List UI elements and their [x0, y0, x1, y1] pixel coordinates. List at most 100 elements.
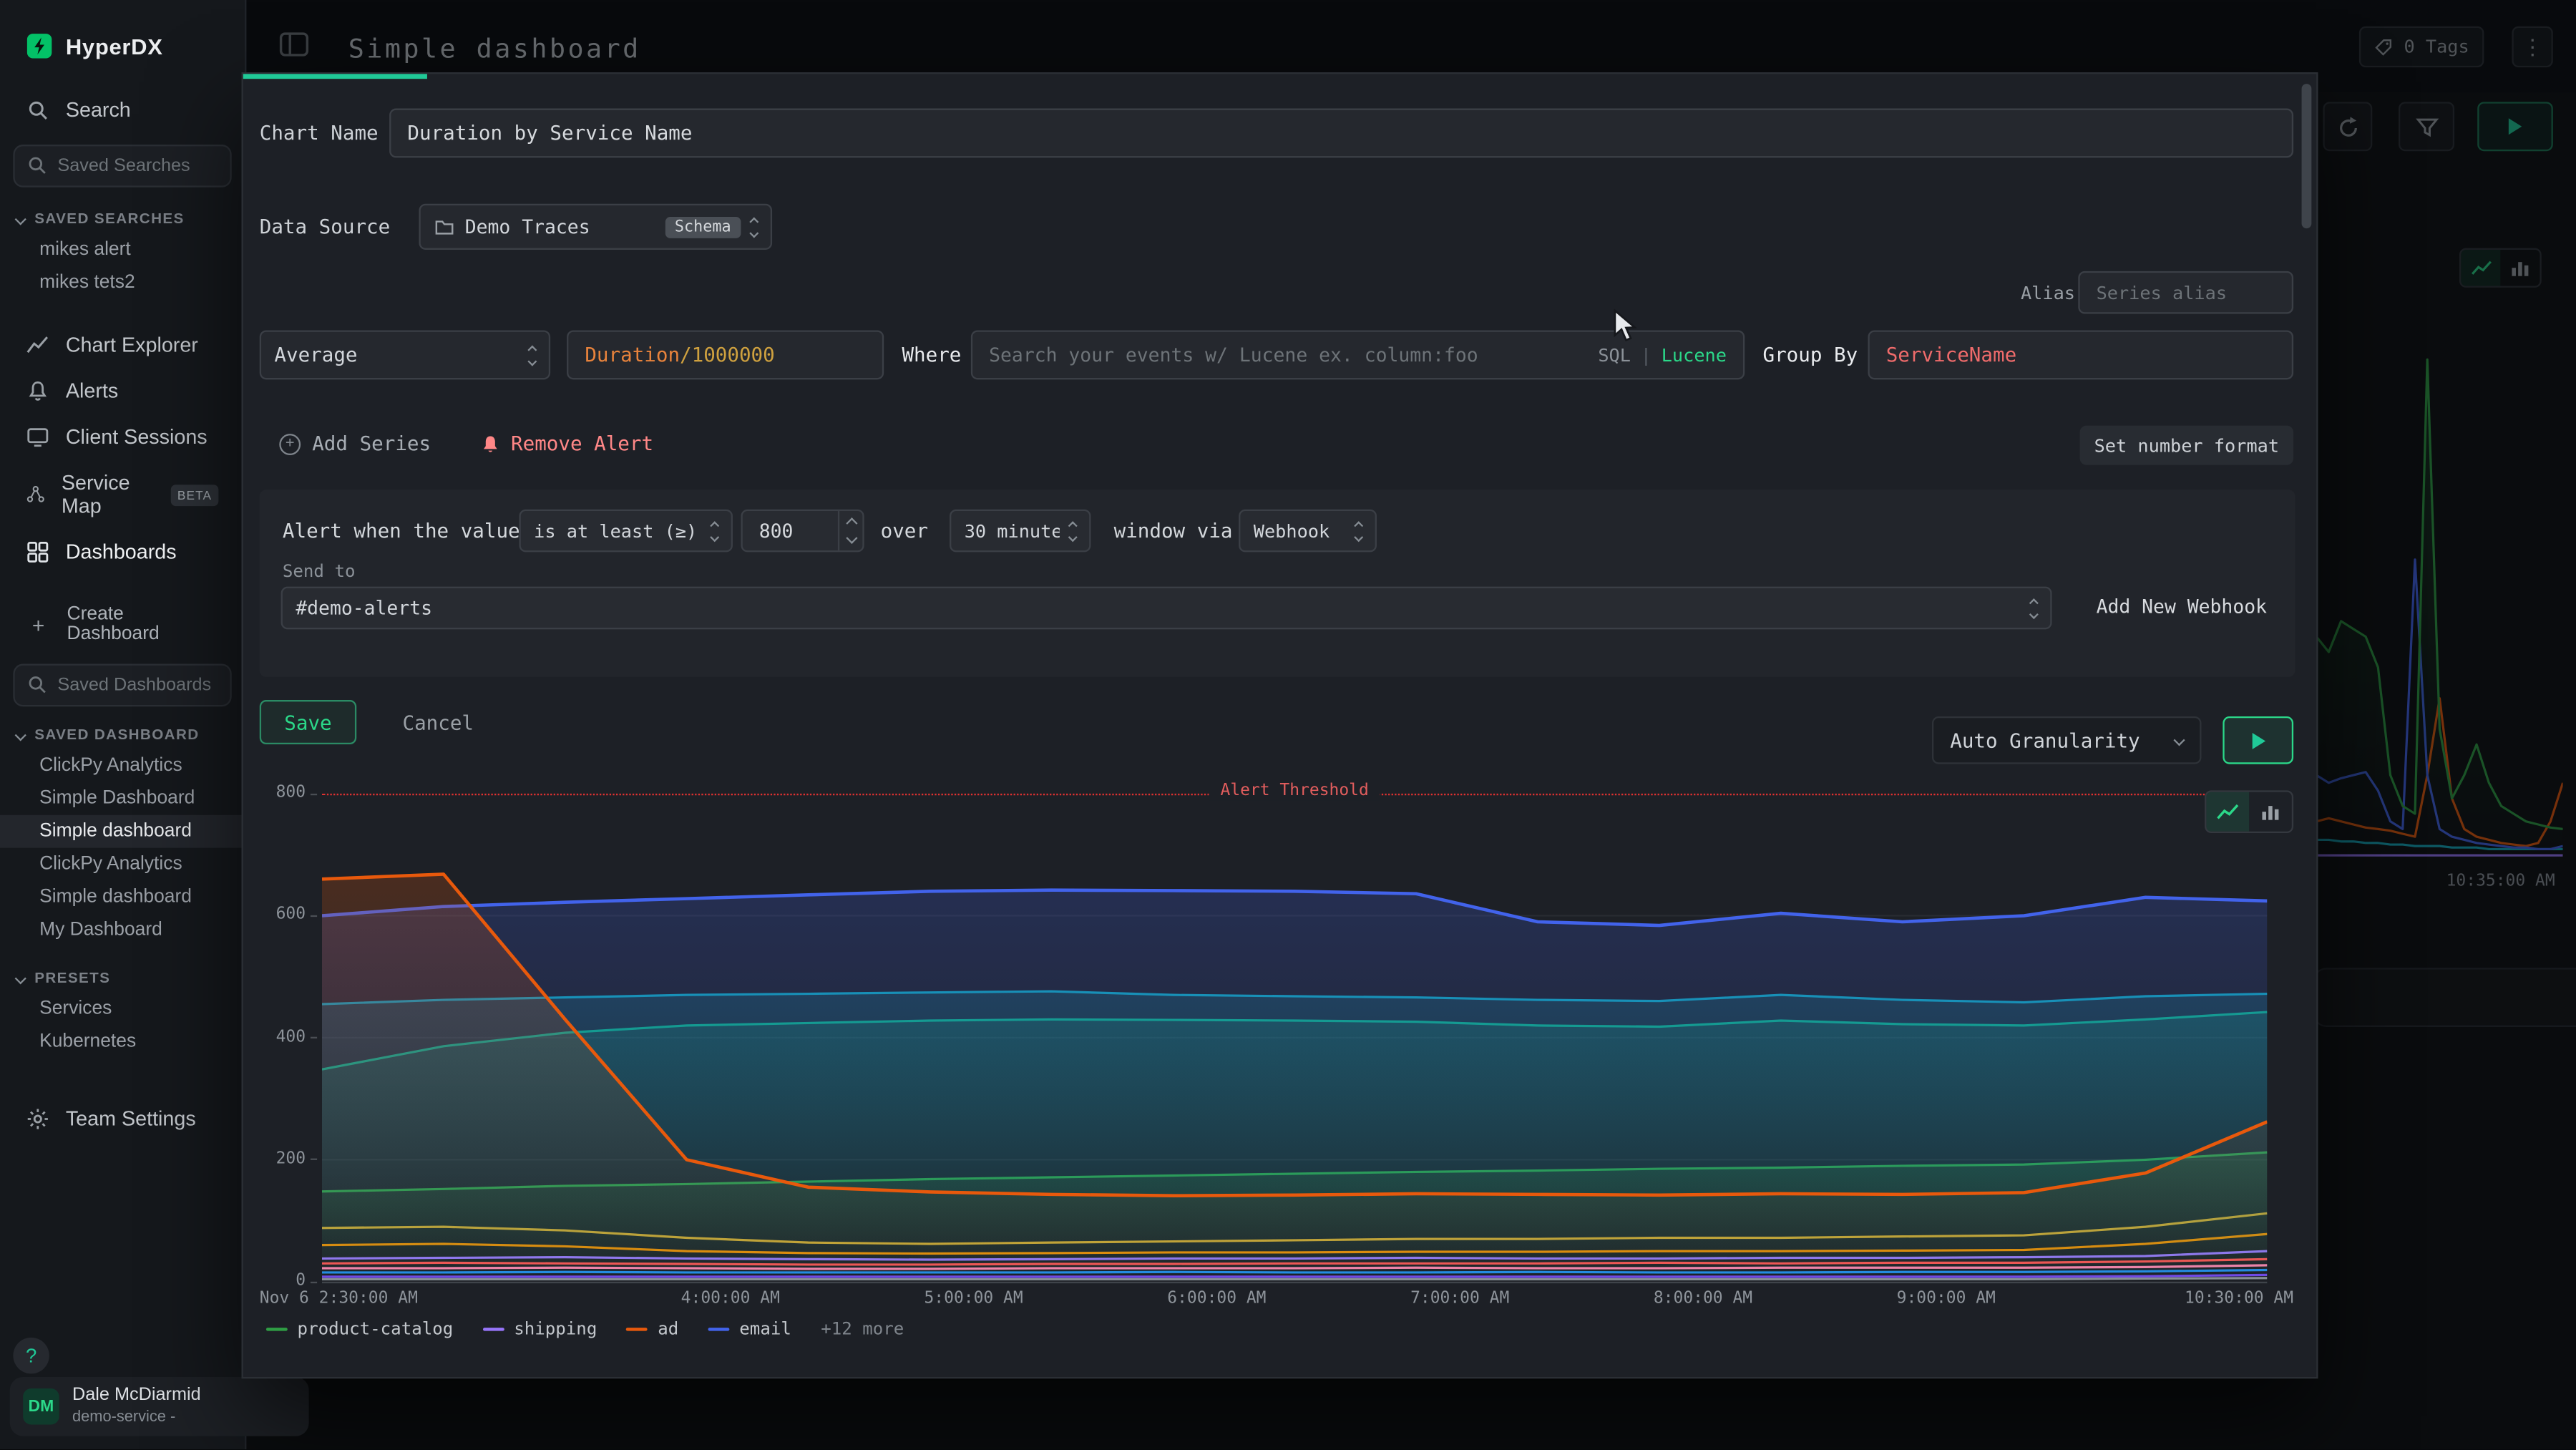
x-tick-label: 6:00:00 AM — [1167, 1290, 1266, 1308]
alert-condition-select[interactable]: is at least (≥) — [519, 510, 733, 553]
data-source-select[interactable]: Demo Traces Schema — [419, 204, 772, 250]
save-button[interactable]: Save — [260, 700, 356, 744]
chart-legend: product-catalog shipping ad email +12 more — [266, 1320, 904, 1340]
dashboard-item[interactable]: My Dashboard — [0, 914, 245, 947]
bell-icon — [479, 433, 501, 454]
play-icon — [2252, 732, 2265, 749]
send-to-label: Send to — [283, 562, 356, 582]
remove-alert-button[interactable]: Remove Alert — [479, 432, 653, 455]
sidebar-item-chart-explorer[interactable]: Chart Explorer — [0, 322, 245, 368]
dashboard-item[interactable]: ClickPy Analytics — [0, 749, 245, 782]
group-by-input[interactable] — [1868, 330, 2293, 379]
grid-icon — [26, 540, 49, 563]
sidebar-item-client-sessions[interactable]: Client Sessions — [0, 414, 245, 460]
create-dashboard-button[interactable]: + Create Dashboard — [0, 595, 245, 654]
stepper-buttons[interactable] — [838, 511, 862, 550]
chart-name-input[interactable] — [389, 109, 2293, 158]
webhook-select[interactable]: #demo-alerts — [281, 587, 2052, 630]
user-menu[interactable]: DM Dale McDiarmid demo-service - — [10, 1377, 309, 1436]
alert-prefix-text: Alert when the value — [283, 520, 520, 542]
saved-search-item[interactable]: mikes alert — [0, 233, 245, 266]
user-subtitle: demo-service - — [72, 1408, 201, 1427]
chevron-down-icon — [2173, 734, 2185, 746]
alert-threshold-input-wrapper — [741, 510, 864, 553]
sidebar-item-dashboards[interactable]: Dashboards — [0, 529, 245, 575]
legend-item[interactable]: shipping — [483, 1320, 597, 1340]
alert-window-select[interactable]: 30 minute — [950, 510, 1091, 553]
line-chart-icon[interactable] — [2206, 792, 2249, 832]
alert-config-panel: Alert when the value is at least (≥) ove… — [260, 490, 2296, 677]
search-icon — [26, 99, 49, 122]
y-tick-label: 600 — [243, 906, 306, 924]
legend-item[interactable]: +12 more — [821, 1320, 904, 1340]
step-down-icon — [845, 532, 857, 544]
user-name: Dale McDiarmid — [72, 1386, 201, 1408]
dashboard-item[interactable]: Simple Dashboard — [0, 782, 245, 815]
brand[interactable]: HyperDX — [0, 0, 245, 89]
plus-circle-icon: + — [279, 433, 301, 454]
run-chart-button[interactable] — [2223, 716, 2293, 764]
saved-searches-search[interactable] — [13, 145, 231, 188]
chart-line-icon — [26, 334, 49, 356]
avatar: DM — [23, 1388, 59, 1425]
beta-badge: BETA — [171, 484, 219, 505]
chart-name-label: Chart Name — [260, 122, 379, 145]
legend-item[interactable]: ad — [627, 1320, 679, 1340]
data-source-label: Data Source — [260, 215, 390, 238]
chevron-down-icon — [15, 213, 26, 224]
help-button[interactable]: ? — [13, 1338, 49, 1374]
x-tick-label: 4:00:00 AM — [681, 1290, 780, 1308]
select-chevrons-icon — [1355, 522, 1362, 540]
add-series-button[interactable]: + Add Series — [279, 432, 431, 455]
legend-swatch — [708, 1328, 730, 1331]
where-input[interactable] — [989, 344, 1598, 366]
legend-item[interactable]: product-catalog — [266, 1320, 453, 1340]
where-label: Where — [902, 344, 961, 366]
add-webhook-link[interactable]: Add New Webhook — [2097, 595, 2267, 618]
select-chevrons-icon — [711, 522, 718, 540]
alias-input[interactable] — [2078, 271, 2293, 314]
data-source-value: Demo Traces — [465, 215, 655, 238]
lucene-toggle[interactable]: Lucene — [1662, 344, 1727, 366]
saved-search-item[interactable]: mikes tets2 — [0, 266, 245, 299]
sidebar-item-service-map[interactable]: Service Map BETA — [0, 460, 245, 529]
legend-item[interactable]: email — [708, 1320, 791, 1340]
granularity-select[interactable]: Auto Granularity — [1932, 716, 2202, 764]
cancel-button[interactable]: Cancel — [402, 711, 474, 734]
query-language-toggle[interactable]: SQL | Lucene — [1598, 344, 1727, 366]
via-label: window via — [1114, 520, 1233, 542]
user-meta: Dale McDiarmid demo-service - — [72, 1386, 201, 1427]
aggregation-value: Average — [274, 344, 519, 366]
dashboard-item[interactable]: Simple dashboard — [0, 881, 245, 914]
y-tick-label: 0 — [243, 1272, 306, 1290]
presets-header[interactable]: PRESETS — [0, 963, 245, 992]
saved-searches-header[interactable]: SAVED SEARCHES — [0, 204, 245, 233]
step-up-icon — [845, 517, 857, 529]
group-by-label: Group By — [1763, 344, 1858, 366]
saved-dashboards-header[interactable]: SAVED DASHBOARD — [0, 720, 245, 749]
sidebar-item-search[interactable]: Search — [0, 89, 245, 132]
saved-searches-list: mikes alertmikes tets2 — [0, 233, 245, 299]
x-axis-line — [322, 1282, 2267, 1283]
field-expression-input[interactable]: Duration/1000000 — [567, 330, 884, 379]
x-tick-label: 7:00:00 AM — [1410, 1290, 1509, 1308]
preset-item[interactable]: Kubernetes — [0, 1026, 245, 1059]
chevron-down-icon — [15, 729, 26, 740]
preset-item[interactable]: Services — [0, 993, 245, 1026]
alert-threshold-input[interactable] — [759, 520, 838, 542]
select-chevrons-icon — [2031, 599, 2037, 617]
saved-dashboards-search[interactable] — [13, 664, 231, 707]
aggregation-select[interactable]: Average — [260, 330, 550, 379]
sql-toggle[interactable]: SQL — [1598, 344, 1631, 366]
chart-type-toggle[interactable] — [2205, 790, 2293, 833]
sidebar-item-alerts[interactable]: Alerts — [0, 368, 245, 414]
set-number-format-button[interactable]: Set number format — [2080, 426, 2293, 465]
modal-scrollbar[interactable] — [2302, 84, 2312, 228]
alert-threshold-label: Alert Threshold — [1209, 782, 1380, 800]
dashboard-item[interactable]: ClickPy Analytics — [0, 848, 245, 881]
y-tick-label: 800 — [243, 784, 306, 802]
dashboard-item[interactable]: Simple dashboard — [0, 815, 245, 848]
bar-chart-icon[interactable] — [2249, 792, 2292, 832]
alert-channel-select[interactable]: Webhook — [1239, 510, 1377, 553]
sidebar-item-team-settings[interactable]: Team Settings — [0, 1098, 245, 1141]
